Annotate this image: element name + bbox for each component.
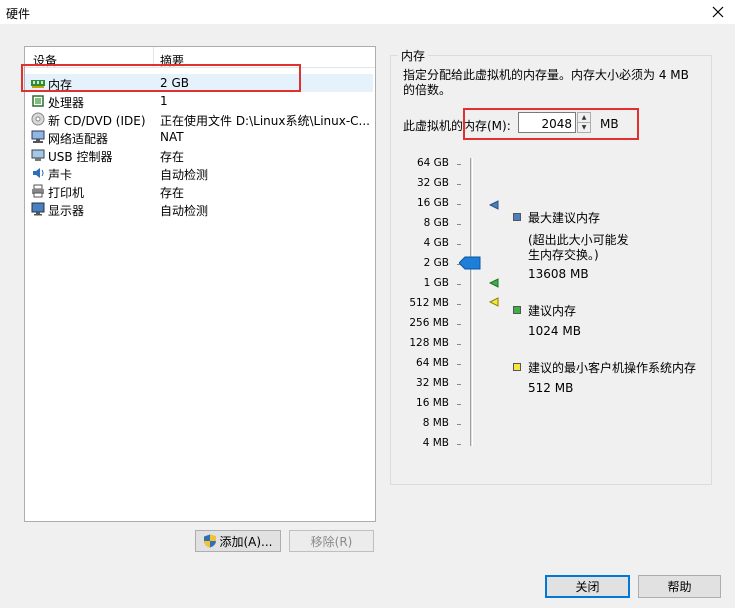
- window-close-button[interactable]: [701, 0, 735, 24]
- legend-min-swatch: [513, 363, 521, 371]
- device-list: 设备 摘要 内存 2 GB 处理器 1 新 CD/DVD (IDE) 正在使用文…: [24, 46, 376, 522]
- device-name: 网络适配器: [48, 132, 109, 146]
- device-summary: 存在: [160, 150, 185, 164]
- legend-min-title: 建议的最小客户机操作系统内存: [528, 361, 697, 375]
- close-icon: [712, 6, 724, 18]
- device-row-usb[interactable]: USB 控制器 存在: [25, 146, 373, 164]
- help-button[interactable]: 帮助: [638, 575, 721, 598]
- legend-max-note: (超出此大小可能发生内存交换。): [528, 233, 629, 262]
- legend-recommended-title: 建议内存: [528, 304, 577, 318]
- device-row-display[interactable]: 显示器 自动检测: [25, 200, 373, 218]
- min-memory-marker: [489, 297, 499, 307]
- usb-icon: [31, 149, 45, 161]
- network-adapter-icon: [31, 130, 45, 143]
- scale-tick-mark: [457, 384, 461, 385]
- device-name: 声卡: [48, 168, 73, 182]
- shield-icon: [204, 534, 217, 548]
- device-name: 处理器: [48, 96, 85, 110]
- memory-slider-thumb[interactable]: [459, 256, 481, 270]
- remove-device-label: 移除(R): [310, 534, 353, 549]
- processor-icon: [32, 95, 44, 107]
- printer-icon: [32, 184, 44, 198]
- memory-slider-track[interactable]: [470, 158, 473, 446]
- legend-min-value: 512 MB: [528, 381, 574, 395]
- scale-tick-label: 4 GB: [423, 237, 449, 249]
- device-summary: 正在使用文件 D:\Linux系统\Linux-C...: [160, 114, 370, 128]
- scale-tick-label: 16 GB: [416, 197, 449, 209]
- legend-recommended-value: 1024 MB: [528, 324, 581, 338]
- scale-tick-mark: [457, 424, 461, 425]
- device-summary: 存在: [160, 186, 185, 200]
- scale-tick-mark: [457, 364, 461, 365]
- recommended-memory-marker: [489, 278, 499, 288]
- scale-tick-label: 1 GB: [423, 277, 449, 289]
- legend-recommended-swatch: [513, 306, 521, 314]
- scale-tick-mark: [457, 184, 461, 185]
- scale-tick-label: 512 MB: [409, 297, 449, 309]
- min-marker-shape: [489, 297, 499, 307]
- device-row-printer[interactable]: 打印机 存在: [25, 182, 373, 200]
- device-summary: 1: [160, 94, 168, 108]
- scale-tick-mark: [457, 304, 461, 305]
- scale-tick-label: 4 MB: [422, 437, 449, 449]
- help-button-label: 帮助: [667, 580, 692, 594]
- scale-tick-label: 64 MB: [416, 357, 449, 369]
- max-marker-shape: [489, 200, 499, 210]
- scale-tick-mark: [457, 284, 461, 285]
- scale-tick-label: 16 MB: [416, 397, 449, 409]
- title-bar: 硬件: [0, 0, 735, 24]
- scale-tick-mark: [457, 444, 461, 445]
- window-title: 硬件: [6, 7, 31, 21]
- device-name: 新 CD/DVD (IDE): [48, 114, 146, 128]
- device-name: USB 控制器: [48, 150, 113, 164]
- legend-max-title: 最大建议内存: [528, 211, 601, 225]
- display-icon: [31, 202, 45, 216]
- scale-tick-label: 8 MB: [422, 417, 449, 429]
- scale-tick-label: 256 MB: [409, 317, 449, 329]
- add-device-button[interactable]: 添加(A)...: [195, 530, 281, 552]
- device-row-processor[interactable]: 处理器 1: [25, 92, 373, 110]
- device-name: 显示器: [48, 204, 85, 218]
- scale-tick-mark: [457, 324, 461, 325]
- memory-description: 指定分配给此虚拟机的内存量。内存大小必须为 4 MB 的倍数。: [403, 68, 689, 97]
- scale-tick-label: 128 MB: [409, 337, 449, 349]
- memory-input-highlight: [463, 108, 639, 140]
- device-row-network[interactable]: 网络适配器 NAT: [25, 128, 373, 146]
- close-button-label: 关闭: [575, 580, 600, 594]
- sound-card-icon: [33, 168, 44, 178]
- add-device-label: 添加(A)...: [219, 534, 273, 549]
- scale-tick-mark: [457, 164, 461, 165]
- scale-tick-mark: [457, 404, 461, 405]
- scale-tick-mark: [457, 244, 461, 245]
- scale-tick-mark: [457, 224, 461, 225]
- scale-tick-label: 64 GB: [416, 157, 449, 169]
- device-summary: NAT: [160, 130, 184, 144]
- device-row-cd-dvd[interactable]: 新 CD/DVD (IDE) 正在使用文件 D:\Linux系统\Linux-C…: [25, 110, 373, 128]
- legend-max-value: 13608 MB: [528, 267, 589, 281]
- device-summary: 自动检测: [160, 168, 209, 182]
- max-memory-marker: [489, 200, 499, 210]
- device-name: 打印机: [48, 186, 85, 200]
- scale-tick-label: 32 MB: [416, 377, 449, 389]
- device-summary: 自动检测: [160, 204, 209, 218]
- cd-dvd-icon: [31, 112, 45, 126]
- memory-group-title: 内存: [398, 47, 429, 64]
- scale-tick-mark: [457, 204, 461, 205]
- scale-tick-label: 8 GB: [423, 217, 449, 229]
- scale-tick-label: 32 GB: [416, 177, 449, 189]
- scale-tick-mark: [457, 344, 461, 345]
- scale-tick-label: 2 GB: [423, 257, 449, 269]
- legend-max-swatch: [513, 213, 521, 221]
- close-button[interactable]: 关闭: [545, 575, 630, 598]
- recommended-marker-shape: [489, 278, 499, 288]
- remove-device-button[interactable]: 移除(R): [289, 530, 374, 552]
- selected-row-highlight: [21, 64, 301, 92]
- device-row-sound[interactable]: 声卡 自动检测: [25, 164, 373, 182]
